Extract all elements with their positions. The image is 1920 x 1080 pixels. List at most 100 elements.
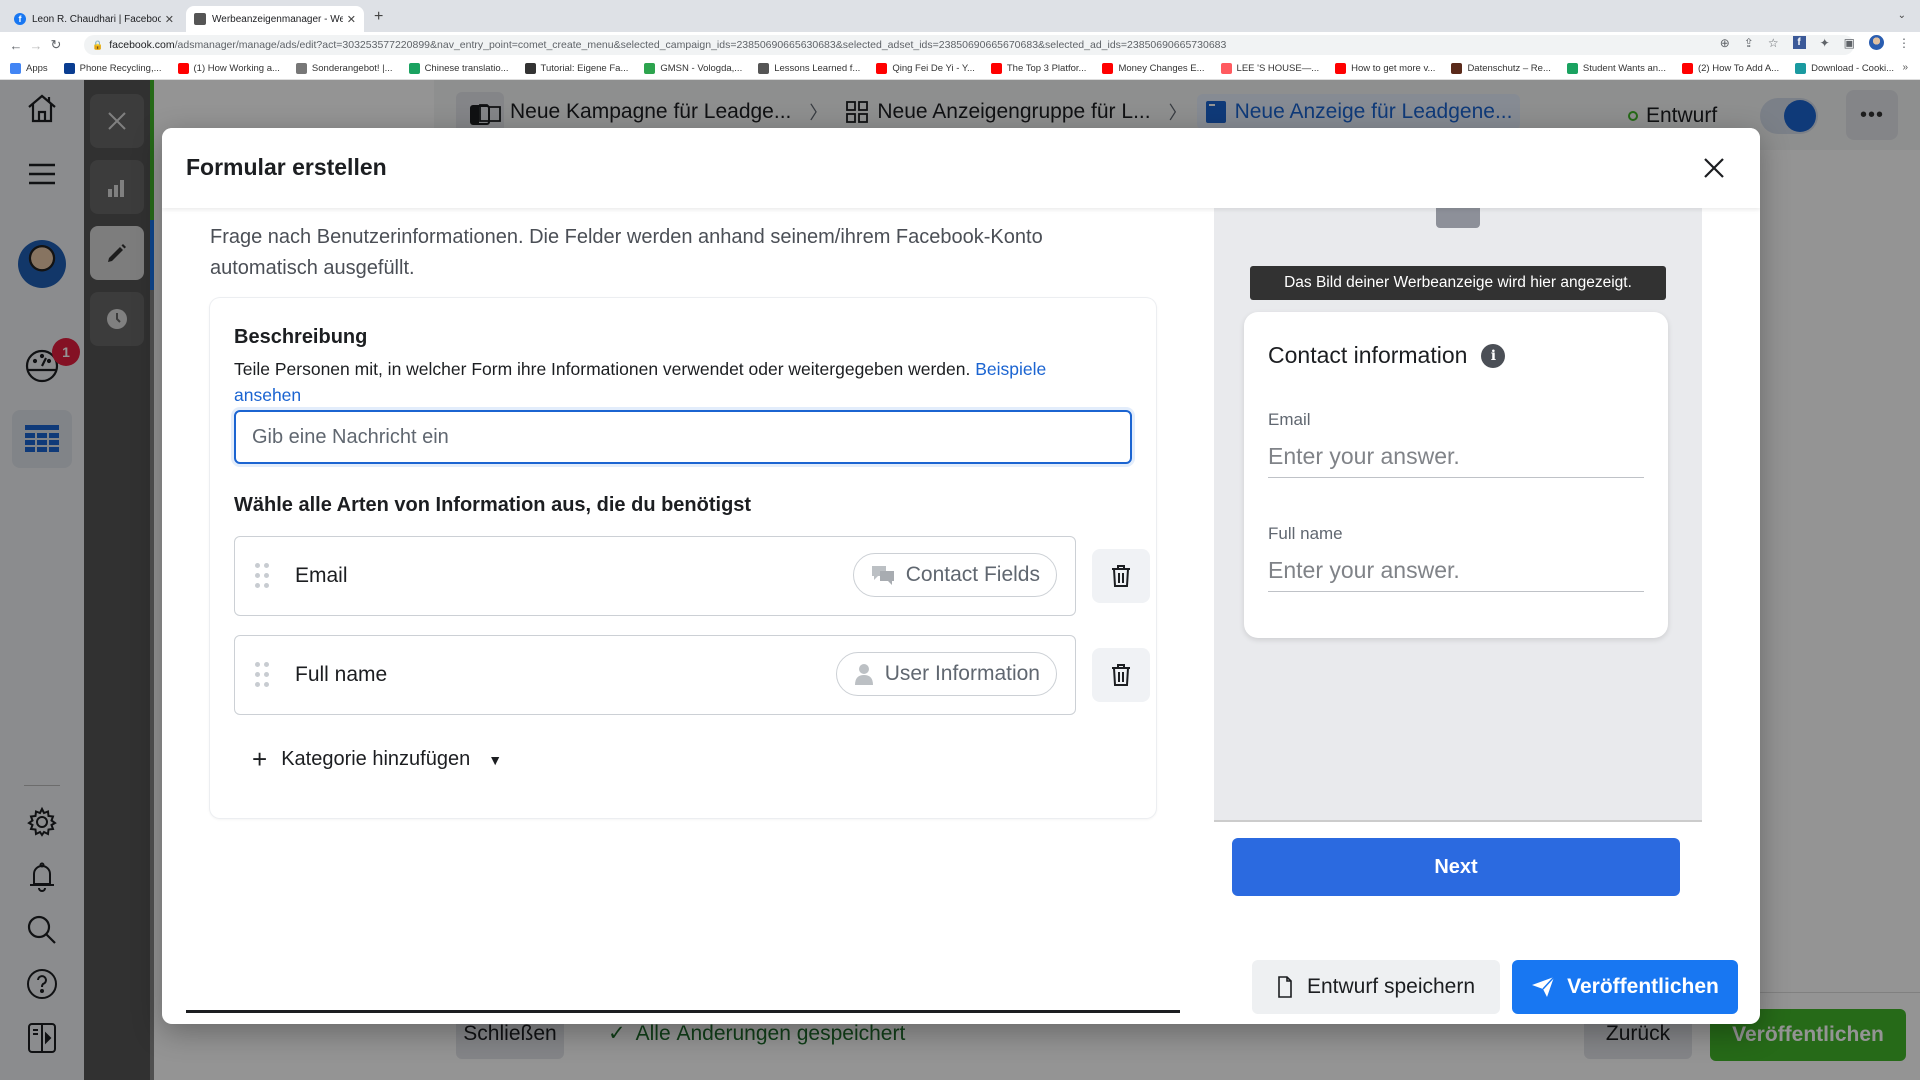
delete-question-button[interactable] — [1092, 549, 1150, 603]
description-help: Teile Personen mit, in welcher Form ihre… — [234, 356, 1114, 408]
bookmark-label: Datenschutz – Re... — [1467, 63, 1551, 74]
profile-avatar[interactable] — [1869, 35, 1884, 50]
bookmark-label: Qing Fei De Yi - Y... — [892, 63, 975, 74]
close-tab-icon[interactable]: ✕ — [165, 13, 174, 26]
facebook-extension-icon[interactable]: f — [1792, 36, 1806, 49]
bookmarks-bar: Apps Phone Recycling,... (1) How Working a… — [0, 58, 1920, 80]
preview-next-button[interactable]: Next — [1232, 838, 1680, 896]
tab-search-chevron-icon[interactable]: ⌄ — [1898, 10, 1906, 21]
back-button[interactable]: ← — [6, 38, 26, 53]
bookmark-label: Money Changes E... — [1118, 63, 1205, 74]
dialog-close-button[interactable] — [1696, 150, 1732, 186]
save-draft-label: Entwurf speichern — [1306, 975, 1476, 998]
bookmark-favicon-icon — [1335, 63, 1347, 74]
question-name: Full name — [295, 663, 388, 686]
question-category-pill: User Information — [835, 652, 1057, 696]
tab-label: Leon R. Chaudhari | Facebook — [32, 13, 161, 25]
browser-tab-facebook[interactable]: f Leon R. Chaudhari | Facebook ✕ — [6, 6, 182, 32]
preview-contact-card: Contact information i Email Full name — [1244, 312, 1668, 638]
publish-label: Veröffentlichen — [1567, 975, 1719, 998]
bookmark-favicon-icon — [1102, 63, 1114, 74]
preview-card-title: Contact information i — [1268, 342, 1506, 369]
description-heading: Beschreibung — [234, 326, 368, 348]
delete-question-button[interactable] — [1092, 648, 1150, 702]
preview-card-title-text: Contact information — [1268, 342, 1468, 368]
bookmark-favicon-icon — [644, 63, 656, 74]
bookmark-favicon-icon — [1220, 63, 1232, 74]
bookmark-item[interactable]: (1) How Working a... — [177, 63, 280, 74]
facebook-icon: f — [14, 13, 26, 25]
bookmark-item[interactable]: GMSN - Vologda,... — [644, 63, 742, 74]
ad-image-placeholder-tip: Das Bild deiner Werbeanzeige wird hier a… — [1250, 266, 1666, 300]
bookmark-item[interactable]: Student Wants an... — [1566, 63, 1666, 74]
question-row[interactable]: Full name User Information — [234, 635, 1076, 715]
browser-tab-adsmanager[interactable]: Werbeanzeigenmanager - Wer ✕ — [186, 6, 364, 32]
zoom-icon[interactable]: ⊕ — [1720, 36, 1730, 50]
bookmark-item[interactable]: Datenschutz – Re... — [1451, 63, 1551, 74]
publish-dialog-button[interactable]: Veröffentlichen — [1512, 960, 1738, 1014]
bookmark-label: Download - Cooki... — [1811, 63, 1895, 74]
bookmark-item[interactable]: Apps — [10, 63, 48, 74]
bookmark-favicon-icon — [295, 63, 307, 74]
bookmark-item[interactable]: Download - Cooki... — [1795, 63, 1894, 74]
drag-handle-icon[interactable] — [255, 662, 269, 688]
url-field[interactable]: 🔒 facebook.com /adsmanager/manage/ads/ed… — [84, 35, 1854, 55]
url-path: /adsmanager/manage/ads/edit?act=30325357… — [174, 39, 1227, 51]
question-row[interactable]: Email Contact Fields — [234, 536, 1076, 616]
description-message-input[interactable] — [234, 410, 1132, 464]
bookmark-favicon-icon — [63, 63, 75, 74]
more-bookmarks-button[interactable]: » — [1902, 62, 1908, 73]
preview-fullname-input[interactable] — [1268, 550, 1644, 592]
share-icon[interactable]: ⇪ — [1744, 36, 1754, 50]
drag-handle-icon[interactable] — [255, 563, 269, 589]
section-divider — [186, 1010, 1180, 1013]
chat-bubbles-icon — [871, 566, 894, 585]
preview-field-label: Full name — [1268, 524, 1343, 543]
new-tab-button[interactable]: + — [374, 8, 383, 26]
side-panel-icon[interactable]: ▣ — [1844, 36, 1855, 50]
add-category-button[interactable]: + Kategorie hinzufügen ▼ — [252, 744, 502, 775]
browser-tab-bar: f Leon R. Chaudhari | Facebook ✕ Werbean… — [0, 0, 1920, 32]
description-card: Beschreibung Teile Personen mit, in welc… — [210, 298, 1156, 818]
bookmark-item[interactable]: LEE 'S HOUSE—... — [1220, 63, 1319, 74]
reload-button[interactable]: ↻ — [46, 37, 66, 53]
adsmanager-icon — [194, 13, 206, 25]
bookmark-item[interactable]: Chinese translatio... — [408, 63, 509, 74]
bookmark-star-icon[interactable]: ☆ — [1768, 36, 1779, 50]
browser-menu-icon[interactable]: ⋮ — [1898, 36, 1910, 50]
bookmark-item[interactable]: (2) How To Add A... — [1681, 63, 1780, 74]
extensions-puzzle-icon[interactable]: ✦ — [1820, 36, 1830, 50]
document-icon — [1278, 976, 1292, 998]
question-category-pill: Contact Fields — [852, 553, 1057, 597]
bookmark-favicon-icon — [177, 63, 189, 74]
bookmark-item[interactable]: The Top 3 Platfor... — [990, 63, 1087, 74]
dialog-title: Formular erstellen — [186, 154, 387, 180]
save-draft-button[interactable]: Entwurf speichern — [1252, 960, 1500, 1014]
bookmark-item[interactable]: How to get more v... — [1335, 63, 1435, 74]
bookmark-label: (2) How To Add A... — [1697, 63, 1780, 74]
bookmark-label: Chinese translatio... — [424, 63, 509, 74]
bookmark-favicon-icon — [876, 63, 888, 74]
bookmark-favicon-icon — [524, 63, 536, 74]
bookmark-label: Lessons Learned f... — [774, 63, 861, 74]
bookmark-item[interactable]: Phone Recycling,... — [63, 63, 162, 74]
bookmark-item[interactable]: Lessons Learned f... — [758, 63, 860, 74]
preview-field-label: Email — [1268, 410, 1311, 429]
bookmark-label: The Top 3 Platfor... — [1006, 63, 1087, 74]
bookmark-favicon-icon — [1566, 63, 1578, 74]
preview-email-input[interactable] — [1268, 436, 1644, 478]
bookmark-favicon-icon — [10, 63, 21, 74]
forward-button[interactable]: → — [26, 38, 46, 53]
bookmark-favicon-icon — [408, 63, 420, 74]
bookmark-favicon-icon — [758, 63, 770, 74]
close-tab-icon[interactable]: ✕ — [347, 13, 356, 26]
bookmark-item[interactable]: Sonderangebot! |... — [295, 63, 393, 74]
intro-text: Frage nach Benutzerinformationen. Die Fe… — [210, 226, 1043, 279]
bookmark-item[interactable]: Money Changes E... — [1102, 63, 1205, 74]
bookmark-item[interactable]: Qing Fei De Yi - Y... — [876, 63, 975, 74]
category-label: Contact Fields — [905, 563, 1040, 586]
info-icon[interactable]: i — [1481, 343, 1506, 368]
url-host: facebook.com — [109, 39, 175, 51]
browser-actions: ⊕ ⇪ ☆ f ✦ ▣ ⋮ — [1720, 35, 1910, 50]
bookmark-item[interactable]: Tutorial: Eigene Fa... — [524, 63, 628, 74]
